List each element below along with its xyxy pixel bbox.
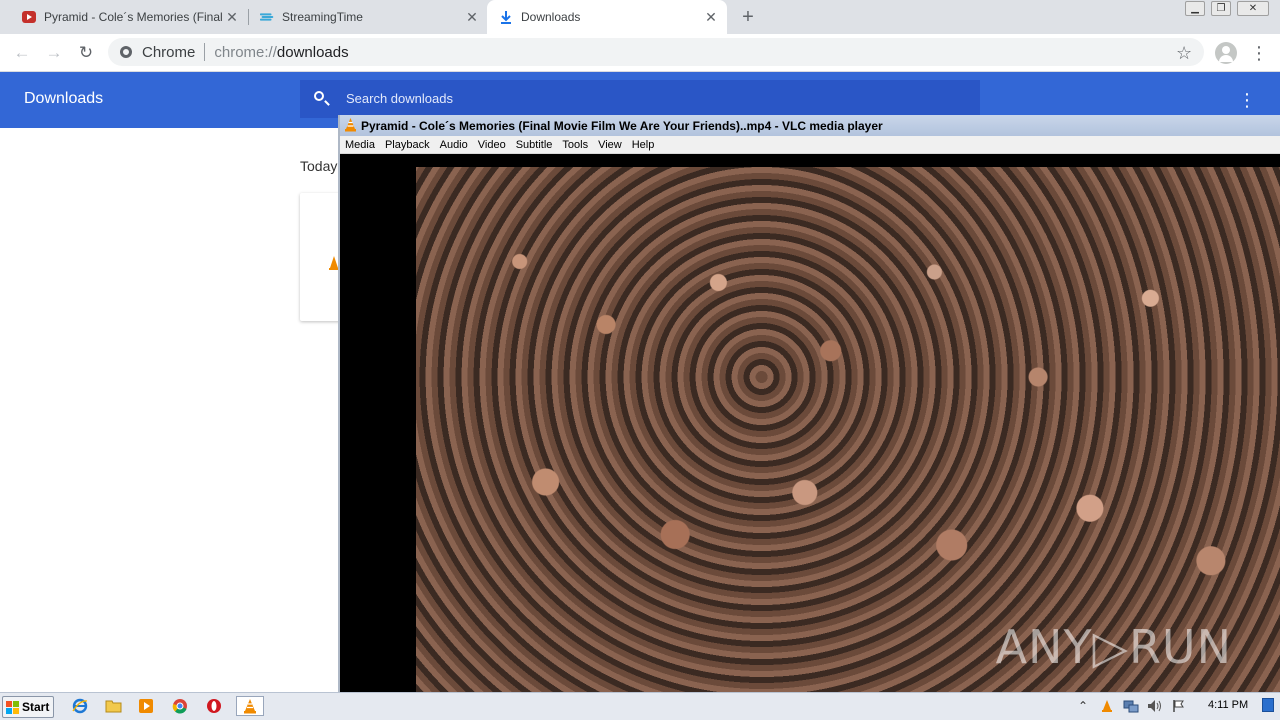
video-play-icon xyxy=(22,10,36,24)
back-button[interactable]: ← xyxy=(11,42,33,64)
video-area[interactable]: ANY▷RUN xyxy=(340,154,1280,692)
system-tray: ⌃ xyxy=(1074,693,1194,719)
video-frame-crowd: ANY▷RUN xyxy=(416,167,1280,692)
close-window-button[interactable]: ✕ xyxy=(1237,1,1269,16)
browser-toolbar: ← → ↻ Chrome chrome:// downloads ☆ ⋮ xyxy=(0,34,1280,72)
streaming-icon xyxy=(260,10,274,24)
search-input[interactable]: Search downloads xyxy=(300,80,980,118)
restore-button[interactable]: ❐ xyxy=(1211,1,1231,16)
start-label: Start xyxy=(22,700,50,714)
minimize-button[interactable]: ▁ xyxy=(1185,1,1205,16)
page-title: Downloads xyxy=(24,90,104,107)
url-scheme: chrome:// xyxy=(214,43,277,61)
search-placeholder: Search downloads xyxy=(346,91,453,106)
menu-video[interactable]: Video xyxy=(473,137,511,153)
tab-title: StreamingTime xyxy=(282,10,363,24)
menu-help[interactable]: Help xyxy=(627,137,660,153)
tab-strip: Pyramid - Cole´s Memories (Final Mo ✕ St… xyxy=(0,0,1280,34)
chrome-page-icon xyxy=(120,46,132,58)
profile-avatar-icon[interactable] xyxy=(1215,42,1237,64)
ie-icon[interactable] xyxy=(69,696,91,716)
tab-title: Downloads xyxy=(521,10,581,24)
tab-close-button[interactable]: ✕ xyxy=(464,9,480,25)
omnibox-divider xyxy=(204,43,206,61)
vlc-titlebar[interactable]: Pyramid - Cole´s Memories (Final Movie F… xyxy=(340,115,1280,136)
anyrun-watermark: ANY▷RUN xyxy=(995,620,1232,674)
menu-tools[interactable]: Tools xyxy=(557,137,593,153)
section-heading: Today xyxy=(300,158,338,174)
menu-media[interactable]: Media xyxy=(340,137,380,153)
taskbar: Start ⌃ 4:11 PM xyxy=(0,692,1280,720)
new-tab-button[interactable]: + xyxy=(738,7,758,27)
opera-icon[interactable] xyxy=(203,696,225,716)
tab-pyramid[interactable]: Pyramid - Cole´s Memories (Final Mo ✕ xyxy=(0,0,248,34)
menu-audio[interactable]: Audio xyxy=(435,137,473,153)
show-desktop-button[interactable] xyxy=(1262,698,1274,712)
forward-button[interactable]: → xyxy=(43,42,65,64)
downloads-menu-button[interactable]: ⋮ xyxy=(1238,90,1256,110)
chrome-icon[interactable] xyxy=(169,696,191,716)
tab-streamingtime[interactable]: StreamingTime ✕ xyxy=(238,0,488,34)
download-icon xyxy=(499,10,513,24)
vlc-window: Pyramid - Cole´s Memories (Final Movie F… xyxy=(338,115,1280,692)
bookmark-star-icon[interactable]: ☆ xyxy=(1176,42,1192,64)
reload-button[interactable]: ↻ xyxy=(75,42,97,64)
media-player-icon[interactable] xyxy=(135,696,157,716)
explorer-folder-icon[interactable] xyxy=(102,696,124,716)
omnibox-chip: Chrome xyxy=(142,43,196,61)
tab-close-button[interactable]: ✕ xyxy=(703,9,719,25)
start-button[interactable]: Start xyxy=(2,696,54,718)
volume-icon[interactable] xyxy=(1146,697,1164,715)
vlc-menubar: Media Playback Audio Video Subtitle Tool… xyxy=(340,136,1280,154)
menu-subtitle[interactable]: Subtitle xyxy=(511,137,558,153)
vlc-tray-icon[interactable] xyxy=(1098,697,1116,715)
url-host: downloads xyxy=(276,43,349,61)
menu-view[interactable]: View xyxy=(593,137,627,153)
action-center-flag-icon[interactable] xyxy=(1170,697,1188,715)
tab-title: Pyramid - Cole´s Memories (Final Mo xyxy=(44,10,224,24)
network-icon[interactable] xyxy=(1122,697,1140,715)
search-icon xyxy=(314,91,324,101)
address-bar[interactable]: Chrome chrome:// downloads xyxy=(108,38,1204,66)
taskbar-clock[interactable]: 4:11 PM xyxy=(1208,699,1248,711)
vlc-window-title: Pyramid - Cole´s Memories (Final Movie F… xyxy=(361,118,883,133)
menu-playback[interactable]: Playback xyxy=(380,137,435,153)
show-hidden-icons[interactable]: ⌃ xyxy=(1074,697,1092,715)
windows-logo-icon xyxy=(6,700,19,714)
vlc-taskbar-icon[interactable] xyxy=(236,696,264,716)
tab-downloads[interactable]: Downloads ✕ xyxy=(487,0,727,34)
vlc-icon xyxy=(344,117,357,135)
chrome-menu-button[interactable]: ⋮ xyxy=(1250,42,1268,64)
